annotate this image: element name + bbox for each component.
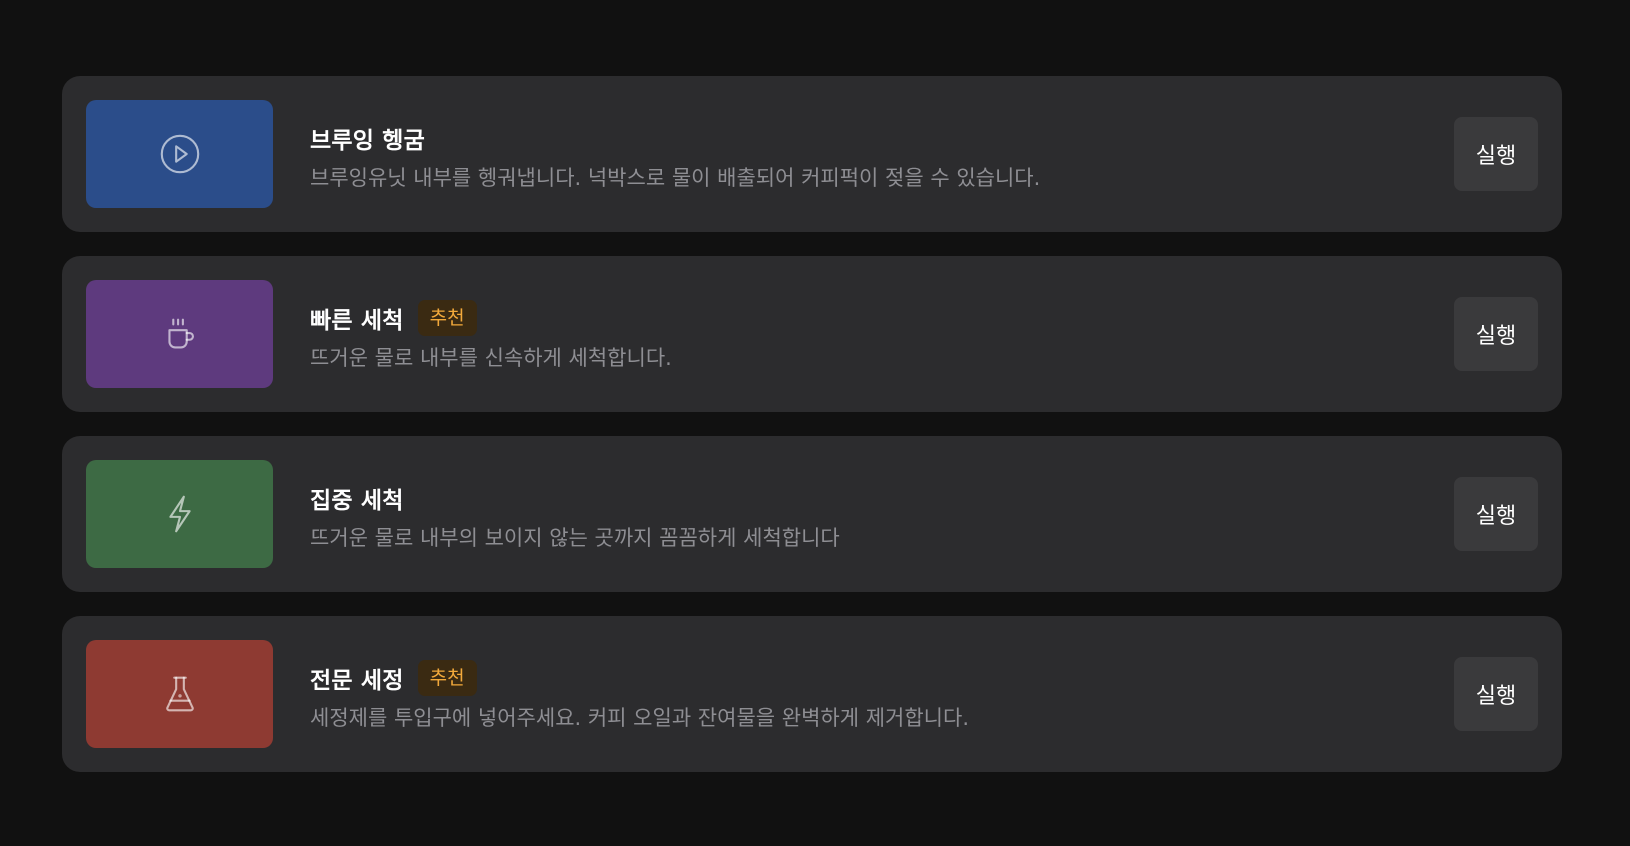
- flask-icon: [165, 676, 194, 712]
- action-text-block: 브루잉 헹굼 브루잉유닛 내부를 헹궈냅니다. 넉박스로 물이 배출되어 커피퍽…: [310, 118, 1422, 192]
- run-button-intensive-clean[interactable]: 실행: [1454, 477, 1538, 551]
- action-text-block: 빠른 세척 추천 뜨거운 물로 내부를 신속하게 세척합니다.: [310, 298, 1422, 372]
- cleaning-actions-page: 브루잉 헹굼 브루잉유닛 내부를 헹궈냅니다. 넉박스로 물이 배출되어 커피퍽…: [0, 0, 1630, 846]
- action-tile-intensive-clean: [86, 460, 273, 568]
- lightning-icon: [168, 495, 191, 533]
- action-description: 뜨거운 물로 내부의 보이지 않는 곳까지 꼼꼼하게 세척합니다: [310, 526, 840, 550]
- action-text-block: 전문 세정 추천 세정제를 투입구에 넣어주세요. 커피 오일과 잔여물을 완벽…: [310, 658, 1422, 732]
- run-button-professional-clean[interactable]: 실행: [1454, 657, 1538, 731]
- action-title: 집중 세척: [310, 488, 404, 514]
- recommended-badge: 추천: [417, 660, 477, 696]
- action-title: 빠른 세척: [310, 308, 404, 334]
- action-description: 브루잉유닛 내부를 헹궈냅니다. 넉박스로 물이 배출되어 커피퍽이 젖을 수 …: [310, 166, 1041, 190]
- hot-cup-icon: [167, 318, 194, 349]
- action-tile-quick-clean: [86, 280, 273, 388]
- action-title: 브루잉 헹굼: [310, 128, 426, 154]
- action-title-row: 빠른 세척 추천: [310, 298, 1422, 338]
- action-title-row: 브루잉 헹굼: [310, 118, 1422, 158]
- action-description: 세정제를 투입구에 넣어주세요. 커피 오일과 잔여물을 완벽하게 제거합니다.: [310, 706, 969, 730]
- play-circle-icon: [160, 134, 199, 174]
- action-card-quick-clean: 빠른 세척 추천 뜨거운 물로 내부를 신속하게 세척합니다. 실행: [62, 256, 1562, 412]
- run-button-brewing-rinse[interactable]: 실행: [1454, 117, 1538, 191]
- action-tile-brewing-rinse: [86, 100, 273, 208]
- recommended-badge: 추천: [417, 300, 477, 336]
- action-card-intensive-clean: 집중 세척 뜨거운 물로 내부의 보이지 않는 곳까지 꼼꼼하게 세척합니다 실…: [62, 436, 1562, 592]
- action-title: 전문 세정: [310, 668, 404, 694]
- action-card-professional-clean: 전문 세정 추천 세정제를 투입구에 넣어주세요. 커피 오일과 잔여물을 완벽…: [62, 616, 1562, 772]
- action-card-brewing-rinse: 브루잉 헹굼 브루잉유닛 내부를 헹궈냅니다. 넉박스로 물이 배출되어 커피퍽…: [62, 76, 1562, 232]
- action-title-row: 집중 세척: [310, 478, 1422, 518]
- action-text-block: 집중 세척 뜨거운 물로 내부의 보이지 않는 곳까지 꼼꼼하게 세척합니다: [310, 478, 1422, 552]
- run-button-quick-clean[interactable]: 실행: [1454, 297, 1538, 371]
- action-description: 뜨거운 물로 내부를 신속하게 세척합니다.: [310, 346, 672, 370]
- action-title-row: 전문 세정 추천: [310, 658, 1422, 698]
- action-tile-professional-clean: [86, 640, 273, 748]
